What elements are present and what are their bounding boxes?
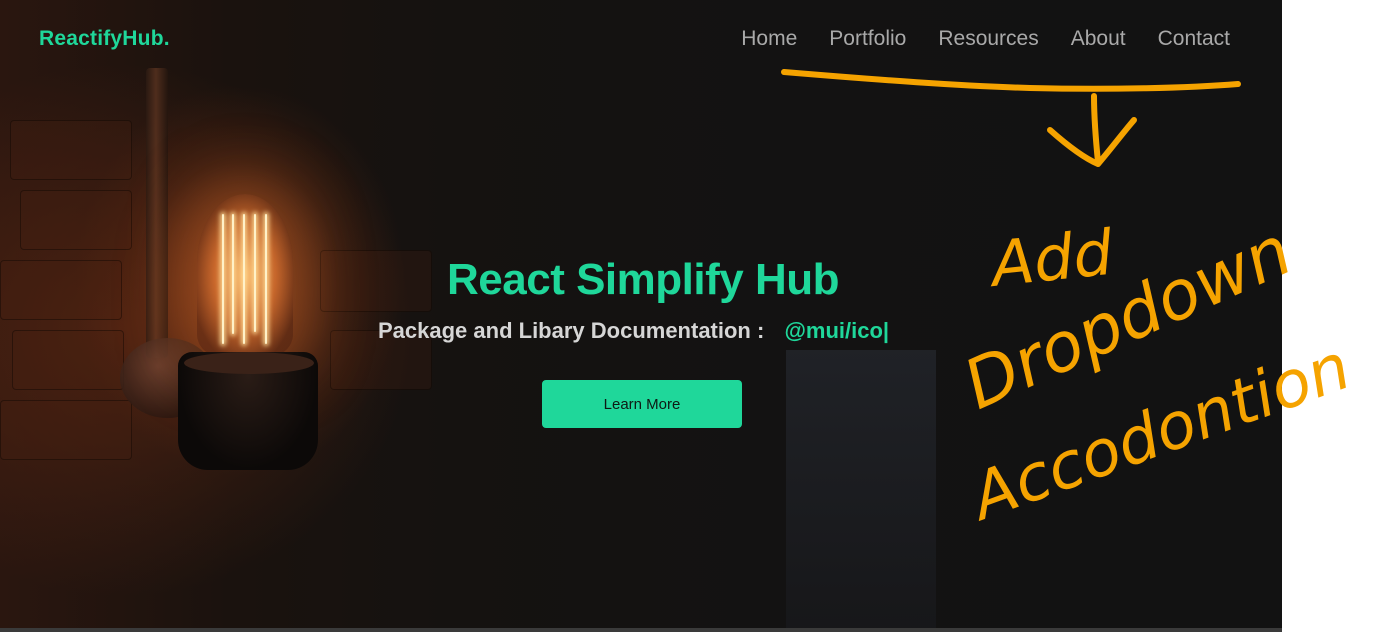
app-viewport: ReactifyHub. Home Portfolio Resources Ab…: [0, 0, 1282, 632]
wall-light-patch: [786, 350, 936, 632]
nav-item-portfolio[interactable]: Portfolio: [829, 27, 906, 51]
hero-subtitle: Package and Libary Documentation : @mui/…: [378, 318, 889, 344]
wall-brick: [20, 190, 132, 250]
wall-brick: [12, 330, 124, 390]
brand-logo[interactable]: ReactifyHub.: [39, 27, 170, 51]
wall-brick: [0, 400, 132, 460]
top-navbar: ReactifyHub. Home Portfolio Resources Ab…: [0, 0, 1282, 80]
hero-background: [0, 0, 1282, 632]
nav-item-home[interactable]: Home: [741, 27, 797, 51]
subtitle-label: Package and Libary Documentation :: [378, 318, 765, 343]
nav-item-about[interactable]: About: [1071, 27, 1126, 51]
nav-item-resources[interactable]: Resources: [938, 27, 1038, 51]
typewriter-text: @mui/ico|: [784, 318, 890, 343]
lamp-socket-rim: [184, 352, 314, 374]
learn-more-button[interactable]: Learn More: [542, 380, 742, 428]
nav-links: Home Portfolio Resources About Contact: [741, 27, 1230, 51]
nav-item-contact[interactable]: Contact: [1158, 27, 1230, 51]
wall-pipe: [146, 68, 168, 358]
bottom-edge: [0, 628, 1282, 632]
hero-title: React Simplify Hub: [447, 255, 839, 305]
wall-brick: [10, 120, 132, 180]
